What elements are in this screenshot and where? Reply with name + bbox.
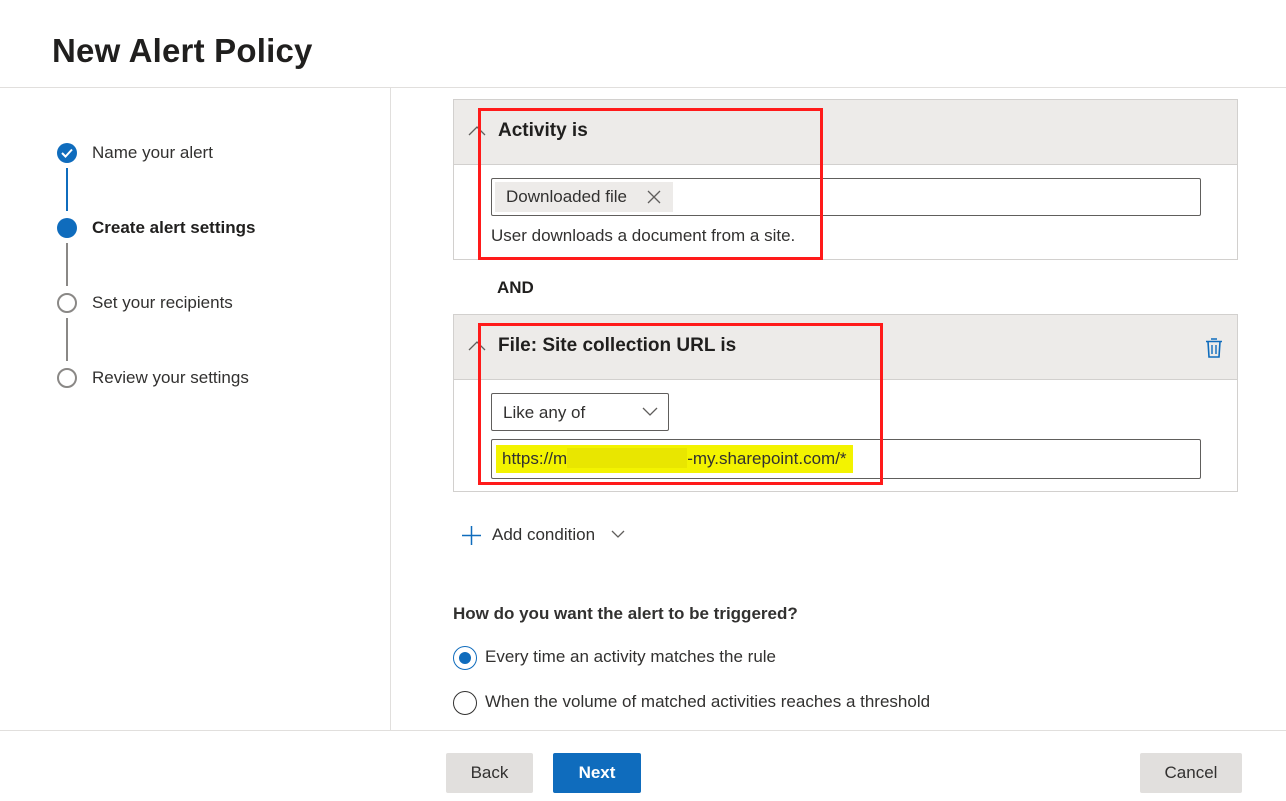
url-suffix: -my.sharepoint.com/* (687, 449, 847, 468)
page-header: New Alert Policy (0, 0, 1286, 88)
activity-card-header[interactable]: Activity is (454, 100, 1237, 165)
site-url-condition-card: File: Site collection URL is Like any of… (453, 314, 1238, 492)
site-url-card-title: File: Site collection URL is (498, 335, 737, 356)
page-title: New Alert Policy (52, 32, 313, 69)
operator-dropdown[interactable]: Like any of (491, 393, 669, 431)
chevron-up-icon[interactable] (468, 126, 486, 136)
wizard-steps: Name your alert Create alert settings Se… (0, 88, 391, 730)
activity-tag-label: Downloaded file (506, 187, 627, 206)
dismiss-icon[interactable] (647, 190, 661, 204)
chevron-up-icon[interactable] (468, 341, 486, 351)
pending-step-icon (57, 293, 77, 313)
operator-selected-value: Like any of (503, 403, 586, 422)
step-label: Set your recipients (92, 293, 233, 312)
redacted-text (567, 448, 688, 468)
step-connector (66, 318, 68, 361)
trigger-question: How do you want the alert to be triggere… (453, 604, 798, 623)
step-label: Review your settings (92, 368, 249, 387)
current-step-icon (57, 218, 77, 238)
site-url-card-header[interactable]: File: Site collection URL is (454, 315, 1237, 380)
add-condition-label: Add condition (492, 525, 596, 544)
site-url-input[interactable]: https://m -my.sharepoint.com/* (491, 439, 1201, 479)
step-label: Name your alert (92, 143, 213, 162)
step-connector (66, 243, 68, 286)
cancel-button[interactable]: Cancel (1140, 753, 1242, 793)
trash-icon[interactable] (1205, 337, 1223, 359)
radio-label: When the volume of matched activities re… (485, 692, 931, 711)
chevron-down-icon (642, 407, 658, 416)
step-connector (66, 168, 68, 211)
wizard-footer: Back Next Cancel (0, 730, 1286, 801)
plus-icon (462, 526, 481, 545)
and-operator: AND (497, 278, 534, 297)
activity-picker[interactable]: Downloaded file (491, 178, 1201, 216)
pending-step-icon (57, 368, 77, 388)
check-icon (57, 143, 77, 163)
radio-label: Every time an activity matches the rule (485, 647, 777, 666)
back-button[interactable]: Back (446, 753, 533, 793)
radio-selected-icon[interactable] (453, 646, 477, 670)
url-prefix: https://m (502, 449, 568, 468)
activity-condition-card: Activity is Downloaded file User downloa… (453, 99, 1238, 260)
main-content: Activity is Downloaded file User downloa… (392, 88, 1286, 730)
site-url-value: https://m -my.sharepoint.com/* (496, 445, 853, 473)
chevron-down-icon (611, 530, 625, 538)
radio-unselected-icon[interactable] (453, 691, 477, 715)
activity-card-title: Activity is (498, 120, 588, 141)
step-label: Create alert settings (92, 218, 256, 237)
activity-tag: Downloaded file (495, 182, 673, 212)
next-button[interactable]: Next (553, 753, 641, 793)
activity-description: User downloads a document from a site. (491, 226, 796, 245)
